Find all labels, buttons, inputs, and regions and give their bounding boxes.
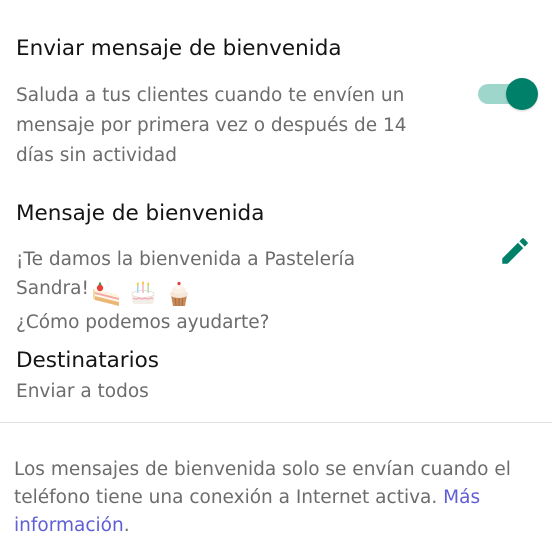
section-divider: [0, 422, 552, 423]
footer-note-text: Los mensajes de bienvenida solo se envía…: [14, 459, 511, 508]
welcome-toggle-switch[interactable]: [476, 77, 538, 111]
welcome-message-line-1: ¡Te damos la bienvenida a Pastelería: [16, 249, 356, 270]
edit-message-button[interactable]: [498, 234, 532, 268]
welcome-message-text: ¡Te damos la bienvenida a Pastelería San…: [16, 245, 456, 337]
birthday-cake-emoji: [131, 281, 155, 304]
welcome-message-line-2-text: Sandra!: [16, 278, 89, 299]
welcome-message-line-2: Sandra!: [16, 274, 456, 308]
footer-note: Los mensajes de bienvenida solo se envía…: [14, 456, 534, 540]
welcome-toggle-title: Enviar mensaje de bienvenida: [16, 36, 342, 61]
recipients-title: Destinatarios: [16, 348, 159, 373]
welcome-toggle-description: Saluda a tus clientes cuando te envíen u…: [16, 85, 407, 166]
welcome-message-line-3: ¿Cómo podemos ayudarte?: [16, 312, 270, 333]
recipients-row[interactable]: Destinatarios: [16, 348, 159, 373]
pencil-icon: [502, 238, 528, 264]
footer-note-period: .: [123, 515, 130, 536]
welcome-message-title: Mensaje de bienvenida: [16, 201, 265, 226]
shortcake-emoji: [92, 281, 119, 306]
recipients-value: Enviar a todos: [16, 381, 149, 402]
toggle-thumb: [506, 78, 538, 110]
cupcake-emoji: [169, 281, 188, 307]
